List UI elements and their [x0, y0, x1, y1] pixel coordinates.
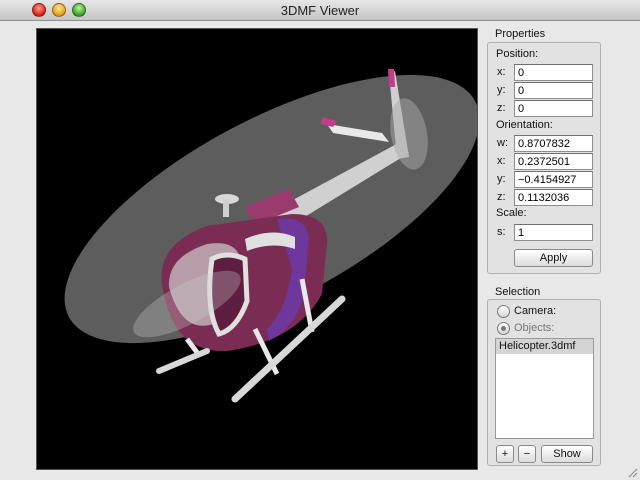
orientation-w-field[interactable]: 0.8707832: [514, 135, 593, 152]
scale-s-label: s:: [497, 226, 506, 238]
position-x-label: x:: [497, 66, 506, 78]
add-object-button[interactable]: +: [496, 445, 514, 463]
orientation-x-field[interactable]: 0.2372501: [514, 153, 593, 170]
position-y-field[interactable]: 0: [514, 82, 593, 99]
orientation-w-label: w:: [497, 137, 508, 149]
helicopter-model: [64, 69, 477, 403]
window-title: 3DMF Viewer: [280, 3, 360, 18]
properties-title: Properties: [495, 28, 546, 40]
orientation-x-label: x:: [497, 155, 506, 167]
selection-title: Selection: [495, 286, 541, 298]
title-bar: 3DMF Viewer: [0, 0, 640, 21]
list-item[interactable]: Helicopter.3dmf: [496, 339, 593, 354]
3d-viewport[interactable]: [36, 28, 478, 470]
orientation-y-field[interactable]: −0.4154927: [514, 171, 593, 188]
objects-list[interactable]: Helicopter.3dmf: [495, 338, 594, 439]
objects-label: Objects:: [514, 322, 555, 334]
apply-button[interactable]: Apply: [514, 249, 593, 267]
orientation-z-field[interactable]: 0.1132036: [514, 189, 593, 206]
scale-s-field[interactable]: 1: [514, 224, 593, 241]
resize-grip-icon[interactable]: [627, 467, 638, 478]
position-label: Position:: [496, 48, 539, 60]
position-x-field[interactable]: 0: [514, 64, 593, 81]
scale-label: Scale:: [496, 207, 527, 219]
left-skid: [156, 348, 210, 374]
orientation-label: Orientation:: [496, 119, 553, 131]
orientation-y-label: y:: [497, 173, 506, 185]
position-z-field[interactable]: 0: [514, 100, 593, 117]
objects-radio[interactable]: [497, 322, 510, 335]
show-button[interactable]: Show: [541, 445, 593, 463]
position-y-label: y:: [497, 84, 506, 96]
remove-object-button[interactable]: −: [518, 445, 536, 463]
position-z-label: z:: [497, 102, 506, 114]
camera-label: Camera:: [514, 305, 557, 317]
camera-radio[interactable]: [497, 305, 510, 318]
orientation-z-label: z:: [497, 191, 506, 203]
